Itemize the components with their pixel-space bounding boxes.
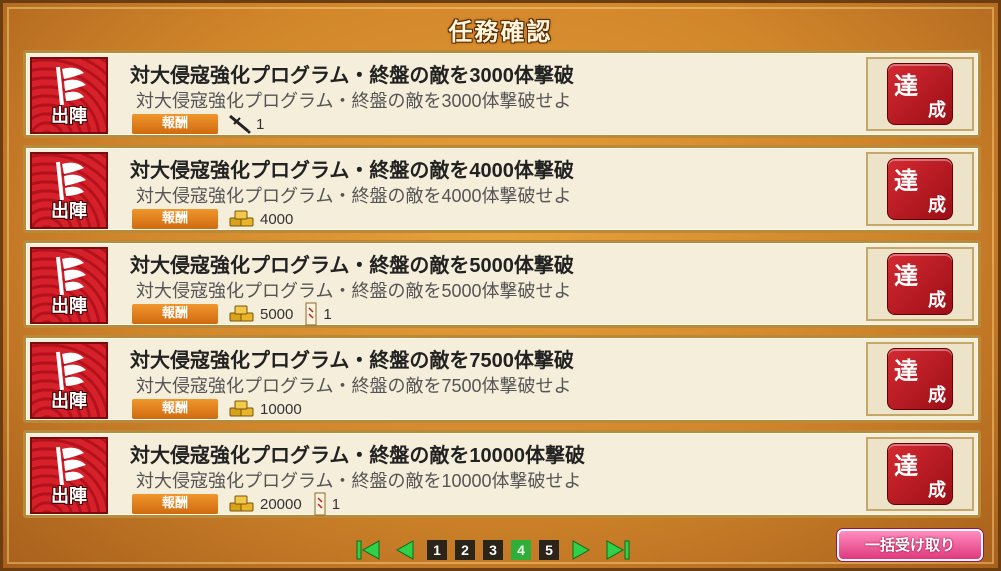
mission-description: 対大侵寇強化プログラム・終盤の敵を4000体撃破せよ [136, 186, 572, 206]
first-page-icon[interactable] [355, 539, 383, 561]
achieve-char-2: 成 [928, 290, 946, 311]
achieve-char-2: 成 [928, 100, 946, 121]
achieve-slot: 達 成 [866, 437, 974, 511]
achieve-button[interactable]: 達 成 [887, 253, 953, 315]
page-5[interactable]: 5 [539, 540, 559, 560]
mission-description: 対大侵寇強化プログラム・終盤の敵を3000体撃破せよ [136, 91, 572, 111]
mission-description: 対大侵寇強化プログラム・終盤の敵を10000体撃破せよ [136, 471, 582, 491]
reward-item: 1 [228, 114, 264, 134]
sortie-badge: 出陣 [30, 247, 108, 324]
reward-item: 20000 [228, 494, 302, 514]
reward-item: 5000 [228, 304, 293, 324]
gold-coin-icon [228, 304, 256, 324]
reward-amount: 4000 [260, 210, 294, 228]
achieve-char-1: 達 [894, 451, 918, 480]
page-1[interactable]: 1 [427, 540, 447, 560]
achieve-char-1: 達 [894, 71, 918, 100]
next-page-icon[interactable] [567, 539, 595, 561]
achieve-char-1: 達 [894, 356, 918, 385]
reward-amount: 10000 [260, 400, 302, 418]
pagination: 1 2 3 4 5 [355, 538, 631, 562]
sortie-label: 出陣 [51, 201, 87, 222]
reward-item: 4000 [228, 209, 293, 229]
sortie-badge: 出陣 [30, 152, 108, 229]
mission-row: 出陣 対大侵寇強化プログラム・終盤の敵を5000体撃破 対大侵寇強化プログラム・… [23, 240, 981, 328]
achieve-slot: 達 成 [866, 152, 974, 226]
reward-item: 1 [303, 302, 332, 326]
mission-title: 対大侵寇強化プログラム・終盤の敵を4000体撃破 [130, 160, 574, 182]
reward-item: 1 [312, 492, 340, 516]
reward-amount: 1 [256, 115, 265, 133]
achieve-char-2: 成 [928, 480, 946, 501]
reward-tag: 報酬 [132, 209, 218, 229]
sortie-badge: 出陣 [30, 342, 108, 419]
mission-row: 出陣 対大侵寇強化プログラム・終盤の敵を4000体撃破 対大侵寇強化プログラム・… [23, 145, 981, 233]
reward-line: 報酬 10000 [132, 398, 302, 420]
achieve-slot: 達 成 [866, 247, 974, 321]
achieve-button[interactable]: 達 成 [887, 63, 953, 125]
scroll-ticket-icon [303, 302, 319, 326]
reward-line: 報酬 5000 1 [132, 302, 332, 326]
mission-title: 対大侵寇強化プログラム・終盤の敵を5000体撃破 [130, 255, 574, 277]
scroll-ticket-icon [312, 492, 328, 516]
sortie-label: 出陣 [51, 296, 87, 317]
prev-page-icon[interactable] [391, 539, 419, 561]
reward-amount: 1 [323, 305, 332, 323]
gold-coin-icon [228, 399, 256, 419]
reward-line: 報酬 20000 1 [132, 492, 340, 516]
mission-list: 出陣 対大侵寇強化プログラム・終盤の敵を3000体撃破 対大侵寇強化プログラム・… [23, 50, 981, 525]
reward-amount: 5000 [260, 305, 294, 323]
reward-line: 報酬 1 [132, 113, 264, 135]
achieve-slot: 達 成 [866, 342, 974, 416]
reward-line: 報酬 4000 [132, 208, 293, 230]
header: 任務確認 [3, 9, 998, 49]
achieve-slot: 達 成 [866, 57, 974, 131]
mission-title: 対大侵寇強化プログラム・終盤の敵を7500体撃破 [130, 350, 574, 372]
achieve-char-1: 達 [894, 166, 918, 195]
mission-window: 任務確認 出陣 対大侵寇強化プログラム・終盤の敵を3000体撃破 対大侵寇強化プ… [0, 0, 1001, 571]
sortie-label: 出陣 [51, 106, 87, 127]
mission-row: 出陣 対大侵寇強化プログラム・終盤の敵を3000体撃破 対大侵寇強化プログラム・… [23, 50, 981, 138]
reward-item: 10000 [228, 399, 302, 419]
sortie-label: 出陣 [51, 486, 87, 507]
bulk-receive-button[interactable]: 一括受け取り [837, 529, 983, 561]
achieve-button[interactable]: 達 成 [887, 348, 953, 410]
gold-coin-icon [228, 494, 256, 514]
achieve-char-2: 成 [928, 385, 946, 406]
page-3[interactable]: 3 [483, 540, 503, 560]
reward-tag: 報酬 [132, 494, 218, 514]
mission-description: 対大侵寇強化プログラム・終盤の敵を7500体撃破せよ [136, 376, 572, 396]
mission-row: 出陣 対大侵寇強化プログラム・終盤の敵を10000体撃破 対大侵寇強化プログラム… [23, 430, 981, 518]
sortie-label: 出陣 [51, 391, 87, 412]
sortie-badge: 出陣 [30, 437, 108, 514]
gold-coin-icon [228, 209, 256, 229]
reward-tag: 報酬 [132, 304, 218, 324]
achieve-char-1: 達 [894, 261, 918, 290]
page-4-current[interactable]: 4 [511, 540, 531, 560]
sword-icon [228, 114, 252, 134]
mission-row: 出陣 対大侵寇強化プログラム・終盤の敵を7500体撃破 対大侵寇強化プログラム・… [23, 335, 981, 423]
achieve-button[interactable]: 達 成 [887, 443, 953, 505]
page-2[interactable]: 2 [455, 540, 475, 560]
reward-amount: 1 [331, 495, 341, 513]
reward-amount: 20000 [260, 495, 302, 513]
achieve-button[interactable]: 達 成 [887, 158, 953, 220]
last-page-icon[interactable] [603, 539, 631, 561]
mission-description: 対大侵寇強化プログラム・終盤の敵を5000体撃破せよ [136, 281, 572, 301]
reward-tag: 報酬 [132, 399, 218, 419]
mission-title: 対大侵寇強化プログラム・終盤の敵を3000体撃破 [130, 65, 574, 87]
page-title: 任務確認 [448, 16, 553, 46]
sortie-badge: 出陣 [30, 57, 108, 134]
reward-tag: 報酬 [132, 114, 218, 134]
mission-title: 対大侵寇強化プログラム・終盤の敵を10000体撃破 [130, 445, 586, 467]
achieve-char-2: 成 [928, 195, 946, 216]
